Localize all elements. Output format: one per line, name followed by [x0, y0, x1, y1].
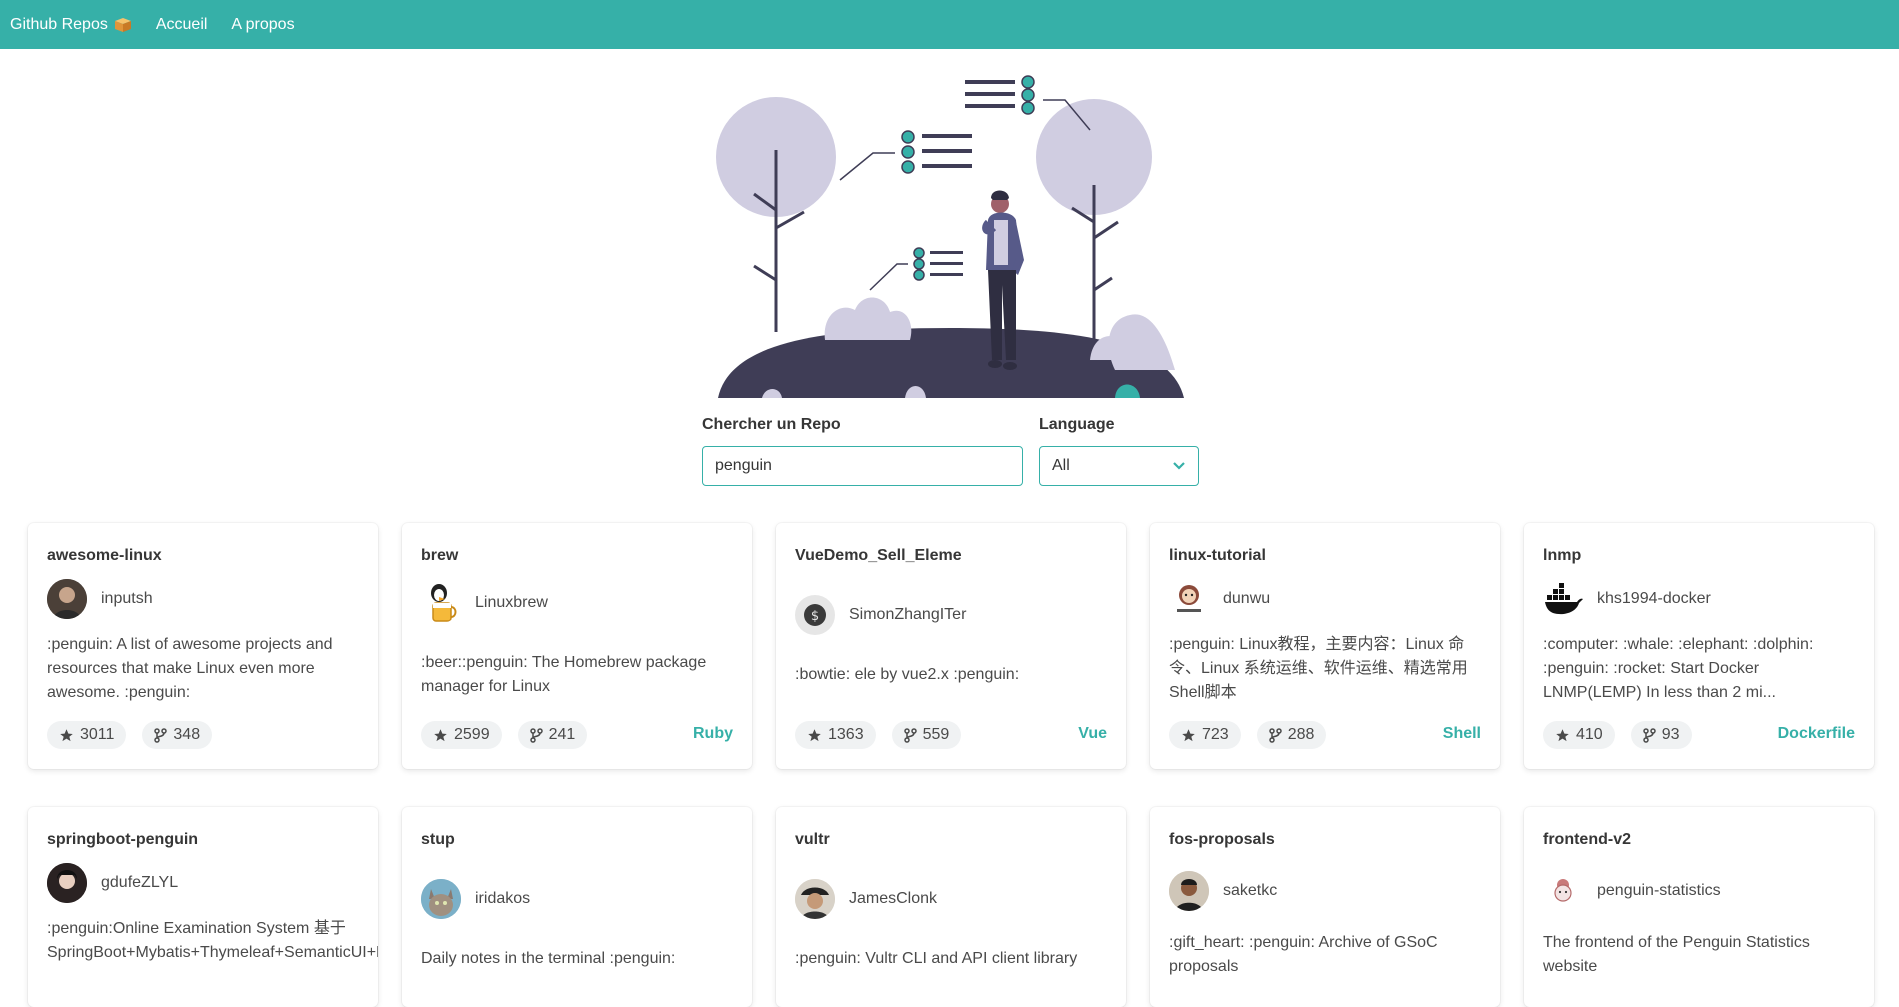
stars-count: 723 [1202, 726, 1229, 743]
repo-title[interactable]: brew [421, 547, 733, 567]
fork-icon [1642, 727, 1656, 743]
nav-link-about[interactable]: A propos [231, 16, 294, 34]
repo-language: Shell [1442, 725, 1481, 742]
stars-badge: 723 [1169, 721, 1241, 749]
repo-card[interactable]: lnmp khs1994-docker :computer: :whale: :… [1524, 523, 1874, 769]
stars-badge: 3011 [47, 721, 127, 749]
repo-title[interactable]: linux-tutorial [1169, 547, 1481, 567]
star-icon [434, 728, 447, 741]
fork-icon [903, 727, 917, 743]
repo-language: Ruby [693, 725, 733, 742]
star-icon [60, 728, 73, 741]
stars-badge: 410 [1543, 721, 1615, 749]
repo-language: Vue [1078, 725, 1107, 742]
repo-description: :penguin: Linux教程，主要内容：Linux 命令、Linux 系统… [1169, 636, 1468, 701]
owner-avatar [47, 863, 87, 903]
repo-description: Daily notes in the terminal :penguin: [421, 950, 676, 967]
search-input[interactable] [702, 446, 1023, 486]
forks-count: 559 [922, 726, 950, 743]
svg-text:$: $ [811, 609, 819, 624]
navbar: Github Repos Accueil A propos [0, 0, 1899, 49]
owner-name[interactable]: JamesClonk [849, 890, 937, 908]
repo-description: The frontend of the Penguin Statistics w… [1543, 934, 1810, 975]
forks-badge: 559 [891, 721, 962, 749]
owner-avatar [1543, 579, 1583, 619]
repo-description: :gift_heart: :penguin: Archive of GSoC p… [1169, 934, 1438, 975]
forks-badge: 241 [517, 721, 588, 749]
repo-card[interactable]: linux-tutorial dunwu :penguin: Linux教程，主… [1150, 523, 1500, 769]
forks-badge: 348 [142, 721, 213, 749]
repo-title[interactable]: frontend-v2 [1543, 831, 1855, 851]
language-select[interactable]: All [1039, 446, 1199, 486]
repo-title[interactable]: awesome-linux [47, 547, 359, 567]
owner-name[interactable]: khs1994-docker [1597, 590, 1711, 608]
stars-count: 410 [1576, 726, 1603, 743]
repo-card[interactable]: VueDemo_Sell_Eleme $ SimonZhangITer :bow… [776, 523, 1126, 769]
nav-link-home[interactable]: Accueil [156, 16, 208, 34]
repo-description: :bowtie: ele by vue2.x :penguin: [795, 666, 1020, 683]
owner-avatar: $ [795, 595, 835, 635]
star-icon [1182, 728, 1195, 741]
owner-name[interactable]: dunwu [1223, 590, 1270, 608]
owner-name[interactable]: Linuxbrew [475, 594, 548, 612]
owner-avatar [1169, 871, 1209, 911]
owner-avatar [795, 879, 835, 919]
forks-count: 241 [548, 726, 576, 743]
repo-title[interactable]: springboot-penguin [47, 831, 359, 851]
star-icon [808, 728, 821, 741]
repo-title[interactable]: stup [421, 831, 733, 851]
owner-name[interactable]: saketkc [1223, 882, 1277, 900]
stars-badge: 1363 [795, 721, 876, 749]
stars-badge: 2599 [421, 721, 502, 749]
language-label: Language [1039, 416, 1115, 433]
owner-name[interactable]: inputsh [101, 590, 153, 608]
nav-brand-link[interactable]: Github Repos [10, 16, 132, 34]
language-selected-value: All [1052, 457, 1070, 474]
repo-card[interactable]: stup iridakos Daily notes in the termina… [402, 807, 752, 1007]
repo-title[interactable]: vultr [795, 831, 1107, 851]
repo-card[interactable]: fos-proposals saketkc :gift_heart: :peng… [1150, 807, 1500, 1007]
repo-card[interactable]: springboot-penguin gdufeZLYL :penguin:On… [28, 807, 378, 1007]
chevron-down-icon [1173, 462, 1185, 470]
repo-card[interactable]: brew Linuxbrew :beer::penguin: The Homeb… [402, 523, 752, 769]
owner-name[interactable]: gdufeZLYL [101, 874, 178, 892]
forks-badge: 288 [1256, 721, 1327, 749]
repo-card[interactable]: awesome-linux inputsh :penguin: A list o… [28, 523, 378, 769]
fork-icon [154, 727, 168, 743]
repo-title[interactable]: VueDemo_Sell_Eleme [795, 547, 1107, 567]
star-icon [1556, 728, 1569, 741]
package-box-icon [114, 17, 131, 32]
owner-name[interactable]: iridakos [475, 890, 530, 908]
fork-icon [1268, 727, 1282, 743]
forks-badge: 93 [1630, 721, 1692, 749]
stars-count: 1363 [828, 726, 864, 743]
stars-count: 3011 [80, 726, 115, 743]
repo-description: :penguin: A list of awesome projects and… [47, 636, 333, 701]
owner-avatar [47, 579, 87, 619]
repo-description: :penguin:Online Examination System 基于Spr… [47, 920, 378, 961]
stars-count: 2599 [454, 726, 490, 743]
repo-language: Dockerfile [1777, 725, 1855, 742]
owner-avatar [421, 879, 461, 919]
nav-brand-label: Github Repos [10, 15, 108, 33]
search-label: Chercher un Repo [702, 416, 841, 433]
owner-name[interactable]: SimonZhangITer [849, 606, 966, 624]
owner-avatar [1543, 871, 1583, 911]
repo-description: :penguin: Vultr CLI and API client libra… [795, 950, 1078, 967]
repo-title[interactable]: lnmp [1543, 547, 1855, 567]
forks-count: 348 [173, 726, 201, 743]
hero-illustration [716, 75, 1184, 398]
forks-count: 288 [1287, 726, 1315, 743]
owner-avatar [1169, 579, 1209, 619]
repo-description: :beer::penguin: The Homebrew package man… [421, 654, 707, 695]
repo-title[interactable]: fos-proposals [1169, 831, 1481, 851]
repo-description: :computer: :whale: :elephant: :dolphin: … [1543, 636, 1814, 701]
owner-avatar [421, 583, 461, 623]
repo-card[interactable]: vultr JamesClonk :penguin: Vultr CLI and… [776, 807, 1126, 1007]
fork-icon [529, 727, 543, 743]
repo-card[interactable]: frontend-v2 penguin-statistics The front… [1524, 807, 1874, 1007]
forks-count: 93 [1661, 726, 1680, 743]
owner-name[interactable]: penguin-statistics [1597, 882, 1721, 900]
